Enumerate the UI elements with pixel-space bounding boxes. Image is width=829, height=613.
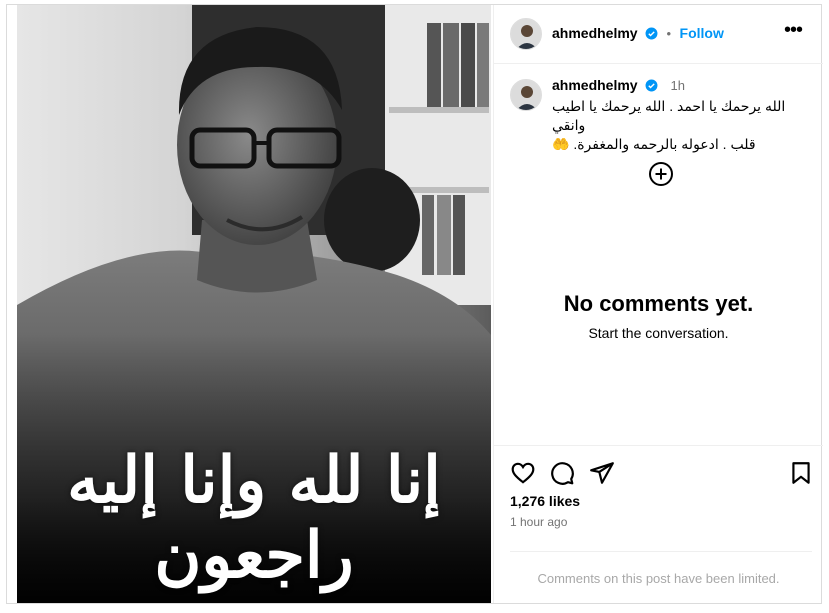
post-timestamp[interactable]: 1 hour ago bbox=[510, 515, 567, 529]
header-user-row: ahmedhelmy • Follow bbox=[552, 25, 724, 45]
verified-icon bbox=[645, 79, 658, 97]
share-icon[interactable] bbox=[589, 460, 615, 486]
post-modal: إنا لله وإنا إليه راجعون ahmedhelmy • Fo… bbox=[6, 4, 823, 604]
caption-user-row: ahmedhelmy 1h bbox=[552, 77, 685, 97]
separator-dot: • bbox=[666, 26, 672, 41]
comment-icon[interactable] bbox=[549, 460, 575, 486]
post-side-panel: ahmedhelmy • Follow ••• ahmedhelmy 1h ال… bbox=[493, 5, 823, 603]
more-icon[interactable]: ••• bbox=[781, 20, 805, 43]
heart-icon[interactable] bbox=[510, 460, 536, 486]
save-icon[interactable] bbox=[788, 460, 814, 486]
caption-time[interactable]: 1h bbox=[671, 78, 685, 93]
add-comment-icon[interactable] bbox=[648, 161, 674, 187]
empty-comments-subtitle: Start the conversation. bbox=[588, 325, 729, 341]
post-image: إنا لله وإنا إليه راجعون bbox=[17, 5, 491, 603]
post-header: ahmedhelmy • Follow ••• bbox=[494, 5, 823, 64]
follow-button[interactable]: Follow bbox=[680, 25, 724, 41]
divider bbox=[510, 551, 812, 552]
caption-username[interactable]: ahmedhelmy bbox=[552, 77, 638, 93]
caption-line: قلب . ادعوله بالرحمه والمغفرة. 🤲 bbox=[552, 136, 756, 152]
caption-text: الله يرحمك يا احمد . الله يرحمك يا اطيب … bbox=[552, 97, 822, 154]
likes-count[interactable]: 1,276 likes bbox=[510, 493, 580, 509]
caption-line: الله يرحمك يا احمد . الله يرحمك يا اطيب … bbox=[552, 98, 786, 133]
calligraphy-text: إنا لله وإنا إليه راجعون bbox=[67, 443, 441, 593]
comments-limited-notice: Comments on this post have been limited. bbox=[537, 571, 780, 586]
actions-divider bbox=[494, 445, 823, 446]
empty-comments-title: No comments yet. bbox=[563, 291, 754, 316]
avatar-image bbox=[511, 80, 541, 110]
caption-avatar[interactable] bbox=[510, 79, 542, 111]
verified-icon bbox=[645, 27, 658, 45]
avatar[interactable] bbox=[510, 18, 542, 50]
avatar-image bbox=[511, 19, 541, 49]
username[interactable]: ahmedhelmy bbox=[552, 25, 638, 41]
